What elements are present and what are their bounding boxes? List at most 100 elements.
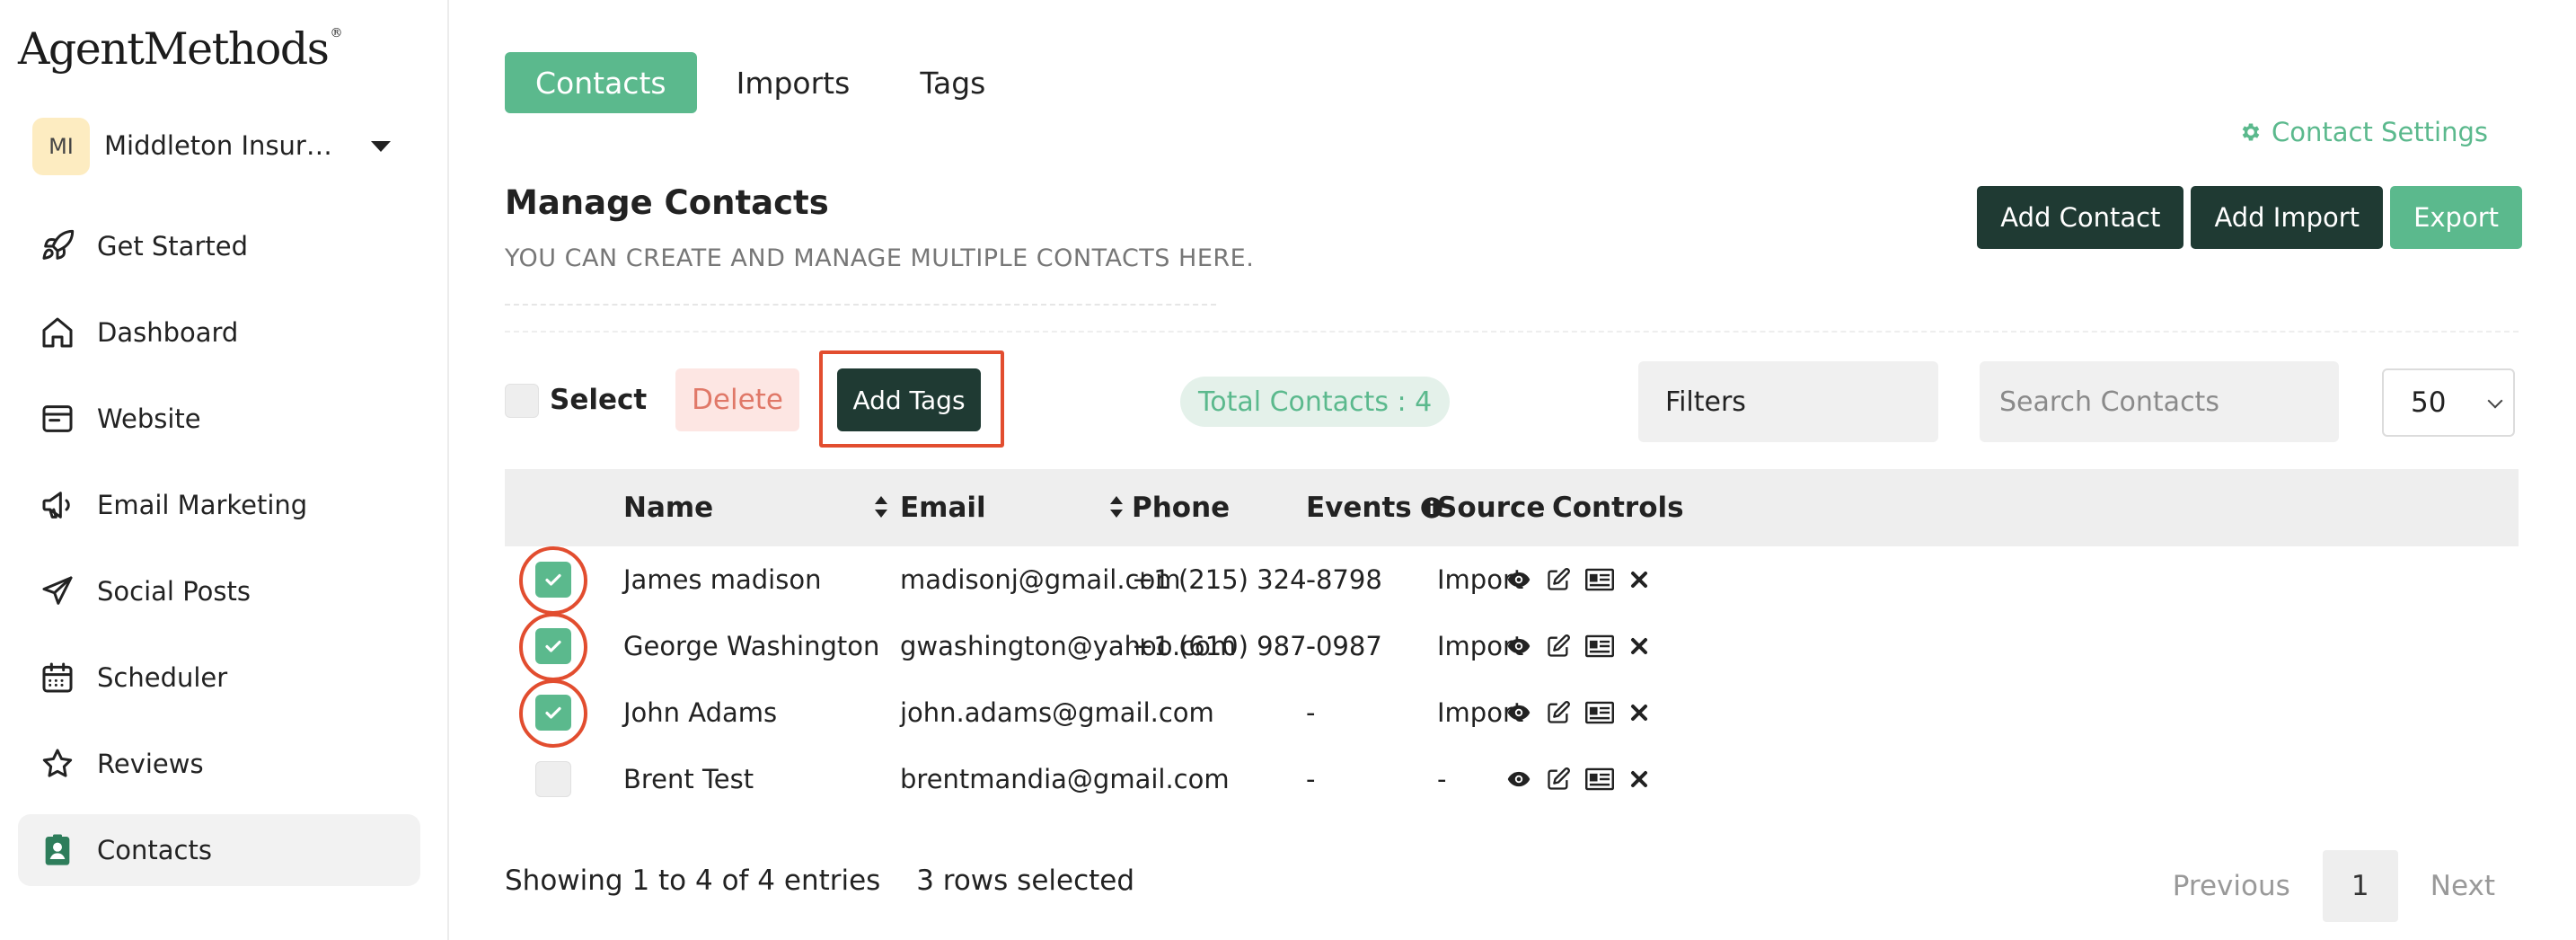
table-info: Showing 1 to 4 of 4 entries 3 rows selec…	[505, 865, 1161, 897]
chevron-down-icon	[2487, 393, 2503, 409]
row-checkbox[interactable]	[535, 761, 571, 797]
row-checkbox[interactable]	[535, 628, 571, 664]
brand-logo-text: AgentMethods	[18, 23, 330, 75]
tab-tags[interactable]: Tags	[889, 52, 1016, 113]
cell-events: -	[1306, 697, 1316, 728]
eye-icon[interactable]	[1506, 700, 1531, 725]
sidebar-item-label: Dashboard	[97, 317, 239, 348]
account-name: Middleton Insura...	[104, 130, 347, 161]
rocket-icon	[42, 229, 75, 260]
eye-icon[interactable]	[1506, 567, 1531, 592]
contact-tabs: Contacts Imports Tags	[505, 52, 1025, 113]
cell-events: -	[1306, 631, 1316, 661]
add-contact-button[interactable]: Add Contact	[1977, 186, 2184, 249]
cell-source: -	[1437, 764, 1447, 794]
add-import-button[interactable]: Add Import	[2191, 186, 2384, 249]
column-header-source: Source	[1437, 492, 1546, 524]
caret-down-icon[interactable]	[371, 141, 391, 152]
sidebar-item-scheduler[interactable]: Scheduler	[18, 642, 420, 714]
checkmark-icon	[545, 573, 561, 586]
total-contacts-badge: Total Contacts : 4	[1180, 377, 1451, 427]
sidebar-item-email-marketing[interactable]: Email Marketing	[18, 469, 420, 541]
add-tags-highlight: Add Tags	[819, 350, 1004, 448]
page-actions: Add Contact Add Import Export	[1970, 186, 2522, 249]
add-tags-button[interactable]: Add Tags	[837, 368, 981, 431]
table-row: George Washington gwashington@yahoo.com …	[505, 613, 2519, 681]
brand-logo[interactable]: AgentMethods ®	[18, 23, 342, 75]
row-checkbox[interactable]	[535, 562, 571, 598]
sidebar-item-label: Website	[97, 403, 201, 434]
edit-icon[interactable]	[1546, 634, 1571, 659]
pagination: Previous 1 Next	[2149, 850, 2519, 922]
row-checkbox[interactable]	[535, 695, 571, 731]
cell-events: -	[1306, 564, 1316, 595]
page-number-button[interactable]: 1	[2322, 850, 2398, 922]
checkmark-icon	[545, 706, 561, 719]
contacts-table: Name Email Phone Events Source Controls	[505, 469, 2519, 812]
megaphone-icon	[42, 492, 70, 519]
contact-settings-link[interactable]: Contact Settings	[2239, 117, 2488, 147]
row-controls	[1506, 634, 1664, 659]
sort-icon[interactable]	[1110, 494, 1123, 521]
edit-icon[interactable]	[1546, 700, 1571, 725]
filters-button[interactable]: Filters	[1638, 361, 1938, 442]
sidebar-item-label: Scheduler	[97, 662, 228, 693]
edit-icon[interactable]	[1546, 767, 1571, 792]
select-all-checkbox[interactable]	[505, 384, 539, 418]
gear-icon	[2242, 123, 2260, 141]
export-button[interactable]: Export	[2390, 186, 2522, 249]
eye-icon[interactable]	[1506, 634, 1531, 659]
sort-icon[interactable]	[875, 494, 887, 521]
page-size-select[interactable]: 50	[2382, 368, 2515, 437]
delete-x-icon[interactable]	[1628, 569, 1650, 590]
edit-icon[interactable]	[1546, 567, 1571, 592]
calendar-icon	[42, 662, 73, 693]
cell-events: -	[1306, 764, 1316, 794]
cell-name: James madison	[623, 564, 822, 595]
delete-x-icon[interactable]	[1628, 635, 1650, 657]
delete-x-icon[interactable]	[1628, 768, 1650, 790]
column-header-controls: Controls	[1552, 492, 1684, 524]
column-header-email[interactable]: Email	[900, 469, 986, 546]
sidebar-item-contacts[interactable]: Contacts	[18, 814, 420, 886]
cell-email: john.adams@gmail.com	[900, 697, 1214, 728]
column-header-events: Events	[1306, 469, 1444, 546]
sidebar: AgentMethods ® MI Middleton Insura... Get…	[0, 0, 449, 940]
sidebar-item-get-started[interactable]: Get Started	[18, 210, 420, 282]
table-header: Name Email Phone Events Source Controls	[505, 469, 2519, 546]
sidebar-item-label: Reviews	[97, 749, 204, 779]
cell-name: George Washington	[623, 631, 880, 661]
eye-icon[interactable]	[1506, 767, 1531, 792]
tab-imports[interactable]: Imports	[706, 52, 881, 113]
account-switcher[interactable]: MI Middleton Insura...	[32, 118, 410, 175]
contact-badge-icon	[45, 834, 70, 865]
id-card-icon[interactable]	[1585, 700, 1614, 725]
id-card-icon[interactable]	[1585, 634, 1614, 659]
id-card-icon[interactable]	[1585, 567, 1614, 592]
page-subtitle: YOU CAN CREATE AND MANAGE MULTIPLE CONTA…	[505, 244, 1255, 272]
column-header-events-label: Events	[1306, 492, 1412, 524]
sidebar-item-label: Contacts	[97, 835, 212, 865]
delete-button[interactable]: Delete	[675, 368, 799, 431]
delete-x-icon[interactable]	[1628, 702, 1650, 723]
cell-name: John Adams	[623, 697, 778, 728]
search-input[interactable]	[1980, 361, 2339, 442]
next-page-button[interactable]: Next	[2407, 870, 2519, 902]
sidebar-item-label: Get Started	[97, 231, 248, 262]
browser-icon	[42, 405, 73, 432]
column-header-phone: Phone	[1132, 492, 1231, 524]
select-all-label[interactable]: Select	[550, 384, 647, 416]
sidebar-item-social-posts[interactable]: Social Posts	[18, 555, 420, 627]
tab-contacts[interactable]: Contacts	[505, 52, 697, 113]
cell-name: Brent Test	[623, 764, 754, 794]
row-controls	[1506, 700, 1664, 725]
subtitle-divider	[505, 304, 1216, 306]
column-header-name[interactable]: Name	[623, 469, 713, 546]
previous-page-button[interactable]: Previous	[2149, 870, 2314, 902]
id-card-icon[interactable]	[1585, 767, 1614, 792]
row-controls	[1506, 567, 1664, 592]
sidebar-item-website[interactable]: Website	[18, 383, 420, 455]
table-row: Brent Test brentmandia@gmail.com - -	[505, 746, 2519, 812]
sidebar-item-dashboard[interactable]: Dashboard	[18, 297, 420, 368]
sidebar-item-reviews[interactable]: Reviews	[18, 728, 420, 800]
